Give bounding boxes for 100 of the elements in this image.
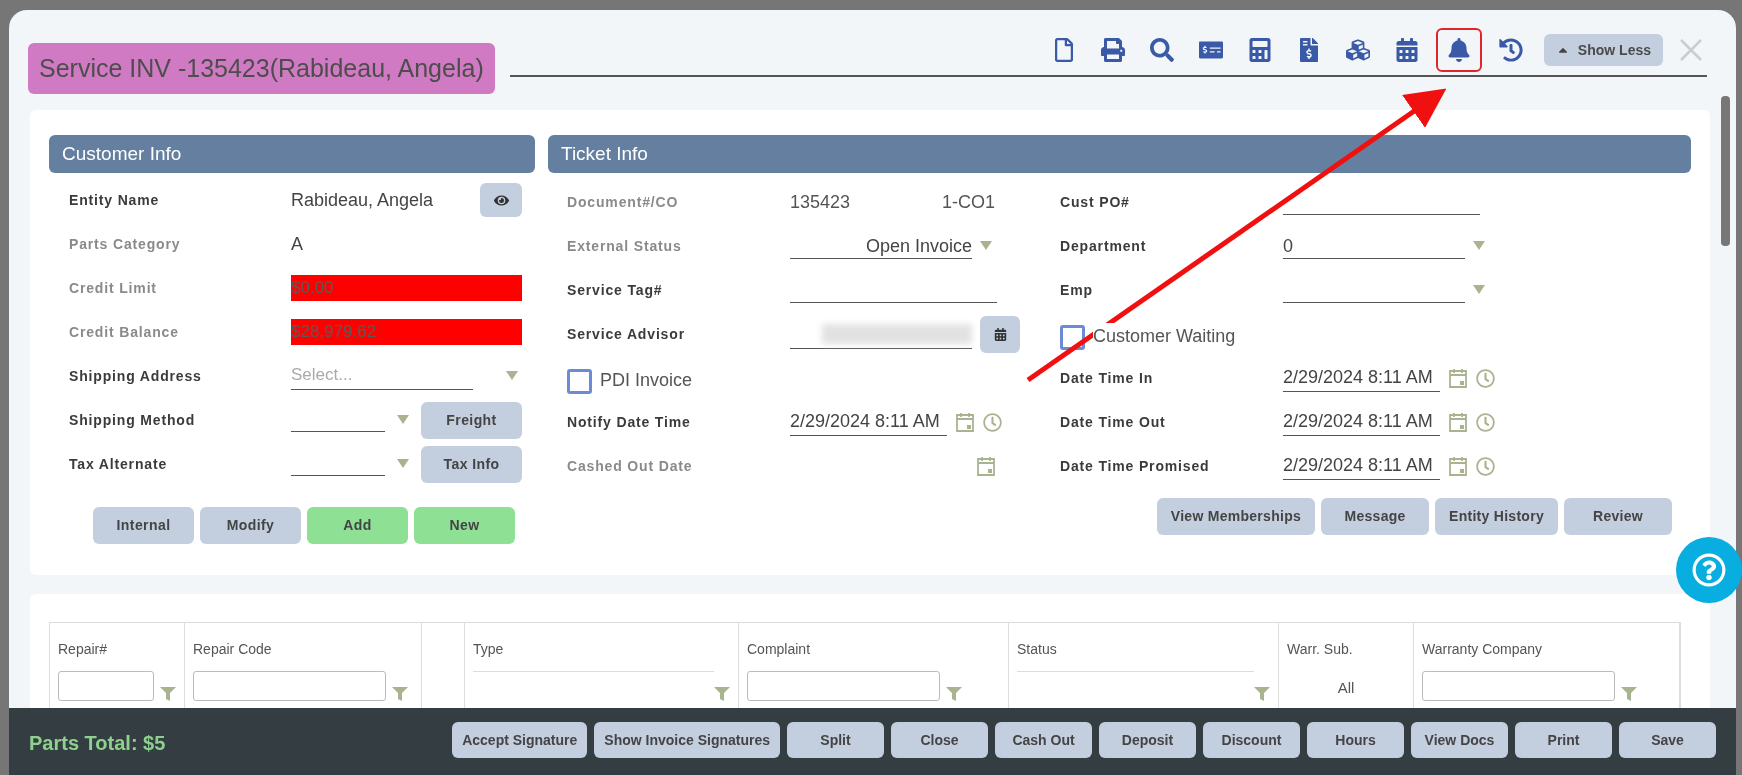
clock-icon[interactable] [1476, 456, 1495, 476]
field-label: Credit Balance [69, 322, 180, 342]
action-button[interactable]: View Docs [1411, 722, 1508, 758]
date-time-field[interactable]: 2/29/2024 8:11 AM [1283, 452, 1440, 480]
field-label: Date Time In [1060, 368, 1155, 388]
clock-icon[interactable] [983, 412, 1002, 432]
column-header: Type [473, 640, 505, 657]
filter-field[interactable] [1422, 671, 1615, 701]
show-less-button[interactable]: Show Less [1543, 34, 1663, 66]
select-field[interactable]: Open Invoice [790, 233, 972, 259]
search-icon [1149, 38, 1174, 62]
calendar-icon[interactable] [955, 411, 975, 433]
view-button[interactable] [480, 183, 522, 217]
calendar-icon[interactable] [1448, 411, 1468, 433]
field-value: 1-CO1 [942, 190, 995, 214]
action-button[interactable]: Show Invoice Signatures [594, 722, 780, 758]
field-value: 135423 [790, 190, 852, 214]
date-time-field[interactable]: 2/29/2024 8:11 AM [1283, 364, 1440, 392]
field-label: Date Time Promised [1060, 456, 1211, 476]
action-button[interactable]: Freight [421, 401, 522, 439]
bell-button[interactable] [1435, 28, 1482, 72]
field-label: External Status [567, 236, 683, 256]
filter-field[interactable] [58, 671, 154, 701]
field-value: $28,979.62 [291, 319, 522, 345]
field-label: Cashed Out Date [567, 456, 694, 476]
history-icon [1498, 38, 1523, 62]
calculator-icon [1247, 38, 1272, 62]
action-button[interactable]: Save [1619, 722, 1716, 758]
filter-icon[interactable] [946, 687, 962, 701]
section-header: Ticket Info [548, 135, 1691, 173]
dropdown-caret-icon[interactable] [980, 241, 992, 251]
print-icon [1100, 38, 1125, 62]
calendar-button[interactable] [980, 315, 1020, 353]
action-button[interactable]: Cash Out [995, 722, 1092, 758]
field-label: Department [1060, 236, 1148, 256]
field-label: Date Time Out [1060, 412, 1167, 432]
filter-field[interactable] [193, 671, 386, 701]
action-button[interactable]: Print [1515, 722, 1612, 758]
action-button[interactable]: Discount [1203, 722, 1300, 758]
field-label: Notify Date Time [567, 412, 692, 432]
dropdown-caret-icon[interactable] [506, 371, 518, 381]
field-label: Shipping Method [69, 410, 197, 430]
dropdown-caret-icon[interactable] [397, 415, 409, 425]
action-button[interactable]: Close [891, 722, 988, 758]
field-label: Document#/CO [567, 192, 680, 212]
help-icon [1692, 553, 1726, 587]
dropdown-caret-icon[interactable] [1473, 285, 1485, 295]
filter-icon[interactable] [714, 687, 730, 701]
clock-icon[interactable] [1476, 368, 1495, 388]
field-label: Tax Alternate [69, 454, 169, 474]
field-label: Credit Limit [69, 278, 158, 298]
filter-icon[interactable] [160, 687, 176, 701]
action-button[interactable]: Split [787, 722, 884, 758]
action-button[interactable]: Review [1564, 498, 1672, 535]
field-label: Parts Category [69, 234, 182, 254]
action-button[interactable]: Message [1321, 498, 1430, 535]
calendar-icon[interactable] [1448, 455, 1468, 477]
filter-value: All [1336, 678, 1356, 698]
clock-icon[interactable] [1476, 412, 1495, 432]
column-header: Warr. Sub. [1287, 640, 1354, 657]
calendar-icon[interactable] [1448, 367, 1468, 389]
action-button[interactable]: Modify [200, 507, 301, 544]
calendar-icon[interactable] [976, 455, 996, 477]
action-button[interactable]: Accept Signature [452, 722, 588, 758]
action-button[interactable]: View Memberships [1156, 498, 1316, 535]
field-label: Shipping Address [69, 366, 203, 386]
boxes-icon [1345, 38, 1370, 62]
bell-icon [1446, 38, 1471, 62]
close-icon[interactable] [1680, 39, 1702, 61]
checkbox[interactable] [567, 369, 592, 394]
dropdown-caret-icon[interactable] [397, 459, 409, 469]
filter-icon[interactable] [1621, 687, 1637, 701]
filter-icon[interactable] [392, 687, 408, 701]
field-label: Service Advisor [567, 324, 686, 344]
section-header: Customer Info [49, 135, 535, 173]
window-title: Service INV -135423(Rabideau, Angela) [28, 43, 495, 94]
column-header: Complaint [747, 640, 812, 657]
field-label: Cust PO# [1060, 192, 1131, 212]
filter-icon[interactable] [1254, 687, 1270, 701]
calendar-icon [1394, 38, 1419, 62]
column-header: Repair Code [193, 640, 273, 657]
column-header: Repair# [58, 640, 109, 657]
dropdown-caret-icon[interactable] [1473, 241, 1485, 251]
action-button[interactable]: Hours [1307, 722, 1404, 758]
column-header: Warranty Company [1422, 640, 1544, 657]
action-button[interactable]: Add [307, 507, 408, 544]
field-value: $0.00 [291, 275, 522, 301]
date-time-field[interactable]: 2/29/2024 8:11 AM [790, 408, 947, 436]
scrollbar[interactable] [1721, 96, 1730, 246]
calendar-icon [993, 327, 1007, 341]
select-field[interactable]: 0 [1283, 233, 1465, 259]
action-button[interactable]: Entity History [1435, 498, 1558, 535]
action-button[interactable]: Deposit [1099, 722, 1196, 758]
action-button[interactable]: New [414, 507, 515, 544]
action-button[interactable]: Internal [93, 507, 194, 544]
filter-field[interactable] [747, 671, 940, 701]
date-time-field[interactable]: 2/29/2024 8:11 AM [1283, 408, 1440, 436]
parts-total: Parts Total: $5 [29, 731, 166, 756]
column-header: Status [1017, 640, 1058, 657]
action-button[interactable]: Tax Info [421, 445, 522, 483]
